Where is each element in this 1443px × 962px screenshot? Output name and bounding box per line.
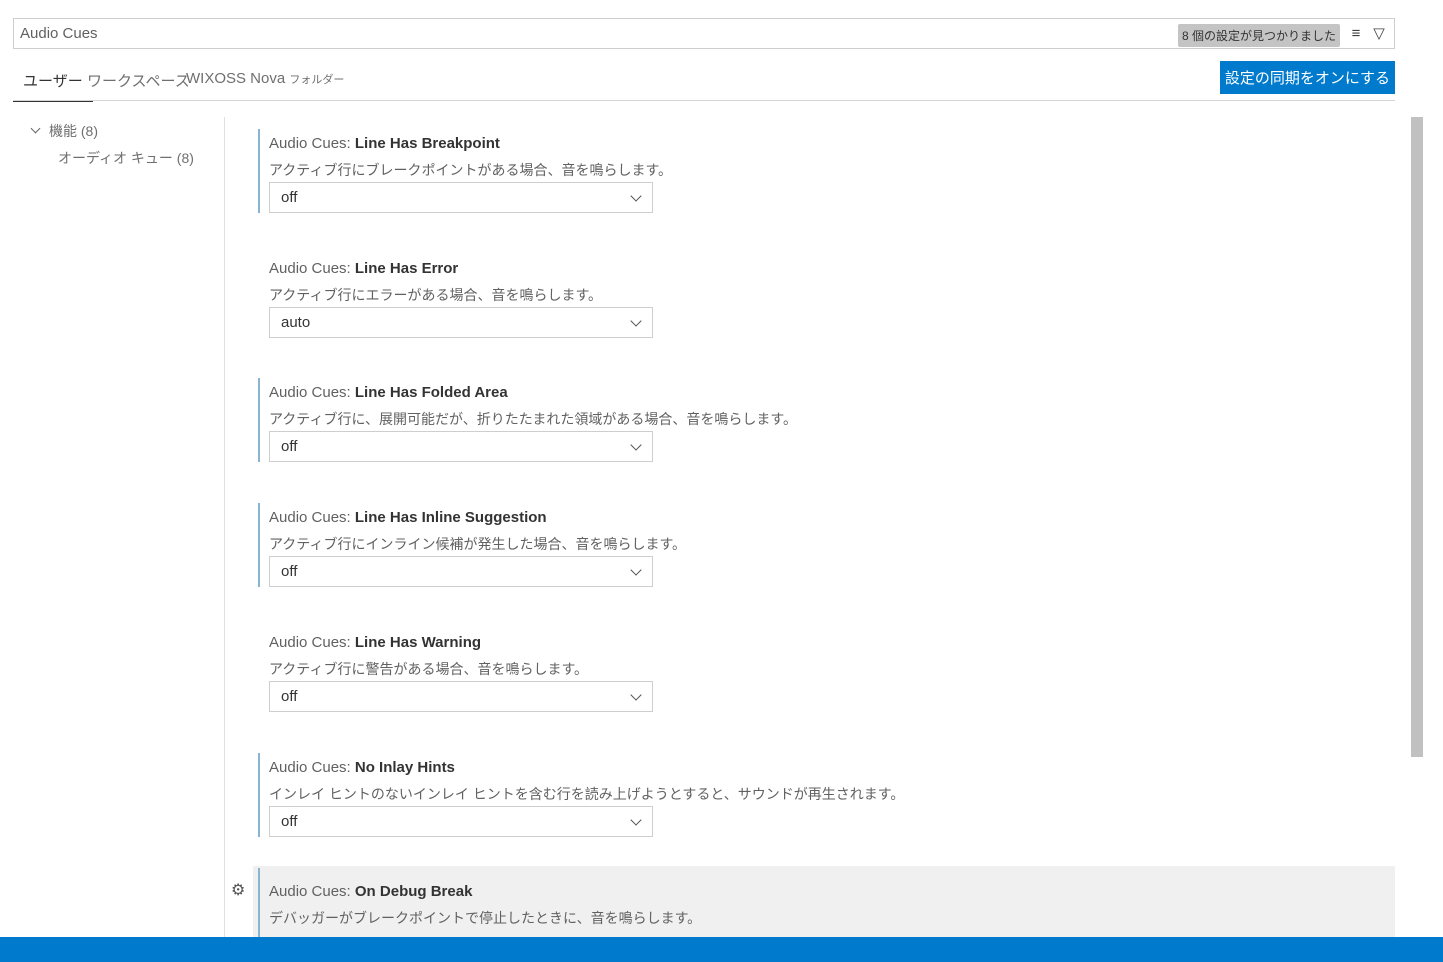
setting-category: Audio Cues: <box>269 509 355 526</box>
setting-description: インレイ ヒントのないインレイ ヒントを含む行を読み上げようとすると、サウンドが… <box>269 786 905 802</box>
result-count-badge: 8 個の設定が見つかりました <box>1177 24 1340 47</box>
tab-workspace[interactable]: ワークスペース <box>87 70 190 101</box>
setting-description: アクティブ行にブレークポイントがある場合、音を鳴らします。 <box>269 162 673 178</box>
setting-name: No Inlay Hints <box>354 759 455 776</box>
setting-select[interactable]: off <box>269 806 653 837</box>
setting-name: Line Has Breakpoint <box>354 135 500 152</box>
setting-category: Audio Cues: <box>269 634 355 651</box>
setting-item-focused: Audio Cues: On Debug Break デバッガーがブレークポイン… <box>253 866 1395 952</box>
chevron-down-icon <box>30 123 41 134</box>
setting-name: Line Has Folded Area <box>354 384 508 401</box>
scrollbar-thumb[interactable] <box>1411 117 1423 757</box>
setting-name: Line Has Inline Suggestion <box>354 509 547 526</box>
setting-item: Audio Cues: Line Has Warning アクティブ行に警告があ… <box>253 626 1395 751</box>
setting-category: Audio Cues: <box>269 883 355 900</box>
toc-item-features[interactable]: 機能 (8) <box>28 121 194 148</box>
setting-item: Audio Cues: No Inlay Hints インレイ ヒントのないイン… <box>253 751 1395 876</box>
gear-icon[interactable]: ⚙ <box>231 880 245 900</box>
setting-item: Audio Cues: Line Has Breakpoint アクティブ行にブ… <box>253 127 1395 252</box>
setting-category: Audio Cues: <box>269 260 355 277</box>
folder-name: WIXOSS Nova <box>186 70 286 87</box>
turn-on-sync-button[interactable]: 設定の同期をオンにする <box>1219 61 1395 94</box>
settings-toc: 機能 (8) オーディオ キュー (8) <box>28 121 194 175</box>
folder-suffix: フォルダー <box>289 74 345 86</box>
setting-select[interactable]: off <box>269 556 653 587</box>
setting-select[interactable]: off <box>269 431 653 462</box>
tab-folder[interactable]: WIXOSS Nova フォルダー <box>186 70 344 97</box>
setting-item: Audio Cues: Line Has Folded Area アクティブ行に… <box>253 376 1395 501</box>
toc-item-audio-cues[interactable]: オーディオ キュー (8) <box>28 148 194 175</box>
toc-label: 機能 (8) <box>49 123 98 139</box>
clear-filter-icon[interactable]: ≡ <box>1346 24 1366 44</box>
setting-category: Audio Cues: <box>269 135 355 152</box>
setting-item: Audio Cues: Line Has Inline Suggestion ア… <box>253 501 1395 626</box>
setting-select[interactable]: off <box>269 182 653 213</box>
setting-item: Audio Cues: Line Has Error アクティブ行にエラーがある… <box>253 252 1395 377</box>
filter-icon[interactable]: ▽ <box>1369 24 1389 44</box>
tab-user[interactable]: ユーザー <box>13 70 93 102</box>
setting-category: Audio Cues: <box>269 384 355 401</box>
search-input[interactable] <box>20 25 920 42</box>
setting-description: デバッガーがブレークポイントで停止したときに、音を鳴らします。 <box>269 910 702 926</box>
setting-name: On Debug Break <box>354 883 473 900</box>
setting-description: アクティブ行にインライン候補が発生した場合、音を鳴らします。 <box>269 536 687 552</box>
status-bar <box>0 937 1443 962</box>
setting-name: Line Has Warning <box>354 634 482 651</box>
setting-description: アクティブ行に警告がある場合、音を鳴らします。 <box>269 661 589 677</box>
setting-name: Line Has Error <box>354 260 459 277</box>
setting-select[interactable]: auto <box>269 307 653 338</box>
setting-category: Audio Cues: <box>269 759 355 776</box>
settings-scope-tabs: ユーザー ワークスペース WIXOSS Nova フォルダー 設定の同期をオンに… <box>13 60 1395 102</box>
setting-select[interactable]: off <box>269 681 653 712</box>
setting-description: アクティブ行に、展開可能だが、折りたたまれた領域がある場合、音を鳴らします。 <box>269 411 797 427</box>
settings-search[interactable]: 8 個の設定が見つかりました ≡ ▽ <box>13 18 1395 49</box>
toc-divider <box>224 117 225 937</box>
setting-description: アクティブ行にエラーがある場合、音を鳴らします。 <box>269 287 603 303</box>
